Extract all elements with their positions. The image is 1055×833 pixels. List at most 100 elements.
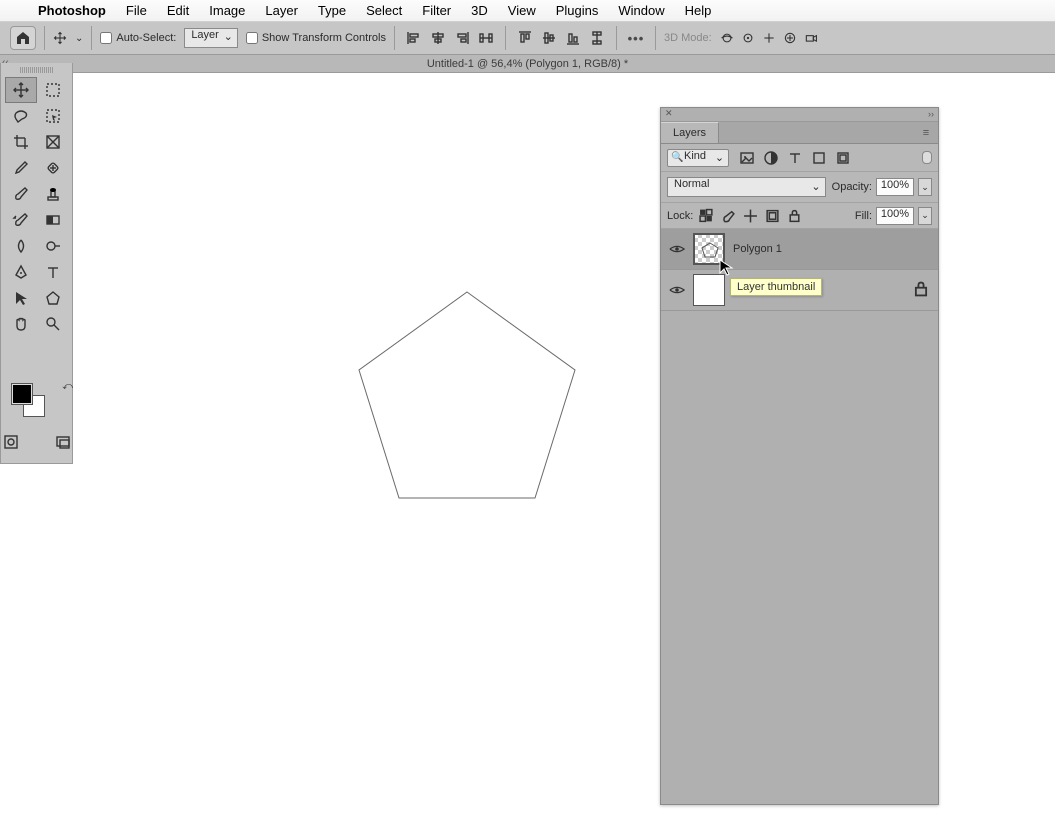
filter-adjust-icon[interactable] bbox=[763, 150, 779, 166]
menu-type[interactable]: Type bbox=[308, 3, 356, 18]
stamp-tool[interactable] bbox=[37, 181, 69, 207]
3d-roll-icon[interactable] bbox=[741, 31, 755, 45]
3d-camera-icon[interactable] bbox=[804, 31, 818, 45]
show-transform-checkbox[interactable]: Show Transform Controls bbox=[246, 32, 386, 44]
show-transform-label: Show Transform Controls bbox=[262, 32, 386, 44]
separator bbox=[505, 26, 506, 50]
tab-layers-label: Layers bbox=[673, 127, 706, 139]
more-options-icon[interactable]: ••• bbox=[625, 27, 647, 49]
filter-type-icon[interactable] bbox=[787, 150, 803, 166]
layer-row-polygon[interactable]: Polygon 1 bbox=[661, 229, 938, 270]
eyedropper-tool[interactable] bbox=[5, 155, 37, 181]
brush-tool[interactable] bbox=[5, 181, 37, 207]
menu-edit[interactable]: Edit bbox=[157, 3, 199, 18]
auto-select-target-value: Layer bbox=[191, 29, 219, 41]
opacity-input[interactable]: 100% bbox=[876, 178, 914, 196]
shape-tool[interactable] bbox=[37, 285, 69, 311]
swap-colors-icon[interactable]: ⤺ bbox=[62, 381, 73, 392]
move-tool-icon[interactable] bbox=[53, 31, 67, 45]
distribute-h-icon[interactable] bbox=[475, 27, 497, 49]
3d-pan-icon[interactable] bbox=[762, 31, 776, 45]
menu-help[interactable]: Help bbox=[675, 3, 722, 18]
search-icon: 🔍 bbox=[671, 152, 683, 163]
move-tool-flyout[interactable]: ⌄ bbox=[75, 33, 83, 44]
blend-mode-dropdown[interactable]: Normal bbox=[667, 177, 826, 197]
lock-all-icon[interactable] bbox=[787, 208, 802, 223]
marquee-tool[interactable] bbox=[37, 77, 69, 103]
foreground-color[interactable] bbox=[11, 383, 33, 405]
separator bbox=[91, 26, 92, 50]
align-bottom-icon[interactable] bbox=[562, 27, 584, 49]
menu-plugins[interactable]: Plugins bbox=[546, 3, 609, 18]
app-name[interactable]: Photoshop bbox=[28, 3, 116, 18]
lock-artboard-icon[interactable] bbox=[765, 208, 780, 223]
3d-orbit-icon[interactable] bbox=[720, 31, 734, 45]
zoom-tool[interactable] bbox=[37, 311, 69, 337]
3d-slide-icon[interactable] bbox=[783, 31, 797, 45]
panel-menu-icon[interactable]: ≡ bbox=[914, 122, 938, 143]
lock-image-icon[interactable] bbox=[721, 208, 736, 223]
document-title[interactable]: Untitled-1 @ 56,4% (Polygon 1, RGB/8) * bbox=[427, 58, 628, 70]
menu-window[interactable]: Window bbox=[608, 3, 674, 18]
distribute-v-icon[interactable] bbox=[586, 27, 608, 49]
lock-transparency-icon[interactable] bbox=[699, 208, 714, 223]
separator bbox=[394, 26, 395, 50]
tab-layers[interactable]: Layers bbox=[661, 122, 719, 143]
gradient-tool[interactable] bbox=[37, 207, 69, 233]
opacity-stepper[interactable]: ⌄ bbox=[918, 178, 932, 196]
align-center-h-icon[interactable] bbox=[427, 27, 449, 49]
auto-select-checkbox[interactable]: Auto-Select: bbox=[100, 32, 176, 44]
blur-tool[interactable] bbox=[5, 233, 37, 259]
pen-tool[interactable] bbox=[5, 259, 37, 285]
panel-close-icon[interactable]: ✕ bbox=[665, 108, 673, 119]
visibility-toggle-icon[interactable] bbox=[669, 240, 685, 258]
menu-layer[interactable]: Layer bbox=[255, 3, 308, 18]
auto-select-target-dropdown[interactable]: Layer bbox=[184, 28, 238, 48]
auto-select-input[interactable] bbox=[100, 32, 112, 44]
filter-kind-value: Kind bbox=[684, 150, 706, 162]
align-top-icon[interactable] bbox=[514, 27, 536, 49]
quickmask-tool[interactable] bbox=[0, 429, 27, 455]
layer-thumbnail[interactable] bbox=[693, 233, 725, 265]
filter-shape-icon[interactable] bbox=[811, 150, 827, 166]
filter-kind-dropdown[interactable]: 🔍 Kind bbox=[667, 149, 729, 167]
healing-tool[interactable] bbox=[37, 155, 69, 181]
filter-smart-icon[interactable] bbox=[835, 150, 851, 166]
menu-3d[interactable]: 3D bbox=[461, 3, 498, 18]
crop-tool[interactable] bbox=[5, 129, 37, 155]
dodge-tool[interactable] bbox=[37, 233, 69, 259]
pentagon-shape[interactable] bbox=[357, 290, 577, 500]
object-select-tool[interactable] bbox=[37, 103, 69, 129]
menu-filter[interactable]: Filter bbox=[412, 3, 461, 18]
menu-file[interactable]: File bbox=[116, 3, 157, 18]
align-center-v-icon[interactable] bbox=[538, 27, 560, 49]
menu-view[interactable]: View bbox=[498, 3, 546, 18]
path-select-tool[interactable] bbox=[5, 285, 37, 311]
home-button[interactable] bbox=[10, 26, 36, 50]
tools-grip-icon[interactable] bbox=[20, 67, 54, 73]
visibility-toggle-icon[interactable] bbox=[669, 281, 685, 299]
align-right-icon[interactable] bbox=[451, 27, 473, 49]
color-swatches[interactable]: ⤺ bbox=[11, 383, 61, 423]
move-tool[interactable] bbox=[5, 77, 37, 103]
filter-toggle[interactable] bbox=[922, 151, 932, 164]
show-transform-input[interactable] bbox=[246, 32, 258, 44]
frame-tool[interactable] bbox=[37, 129, 69, 155]
panel-collapse-icon[interactable]: ›› bbox=[928, 109, 934, 119]
layers-empty-area[interactable] bbox=[661, 311, 938, 804]
lock-position-icon[interactable] bbox=[743, 208, 758, 223]
filter-pixel-icon[interactable] bbox=[739, 150, 755, 166]
layers-panel: ✕ ›› Layers ≡ 🔍 Kind Normal Opacity: 100… bbox=[660, 107, 939, 805]
menu-select[interactable]: Select bbox=[356, 3, 412, 18]
lasso-tool[interactable] bbox=[5, 103, 37, 129]
type-tool[interactable] bbox=[37, 259, 69, 285]
history-brush-tool[interactable] bbox=[5, 207, 37, 233]
fill-stepper[interactable]: ⌄ bbox=[918, 207, 932, 225]
hand-tool[interactable] bbox=[5, 311, 37, 337]
menu-image[interactable]: Image bbox=[199, 3, 255, 18]
align-left-icon[interactable] bbox=[403, 27, 425, 49]
panel-titlebar[interactable]: ✕ ›› bbox=[661, 108, 938, 122]
layer-thumbnail[interactable] bbox=[693, 274, 725, 306]
fill-input[interactable]: 100% bbox=[876, 207, 914, 225]
layer-name[interactable]: Polygon 1 bbox=[733, 243, 782, 255]
